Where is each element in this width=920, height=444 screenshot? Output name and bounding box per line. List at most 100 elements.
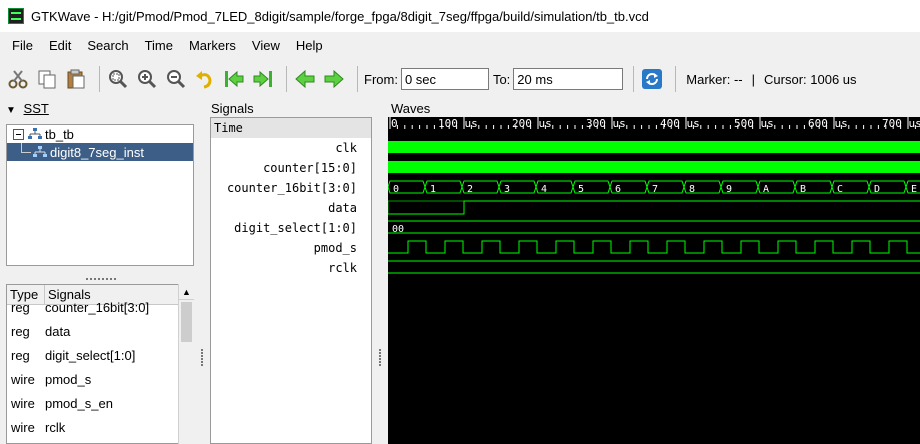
waves-pane[interactable]: 0 100 us 200 us 300 us 400 us 500 us 600 us 700… bbox=[388, 117, 920, 444]
signal-name: pmod_s_en bbox=[45, 395, 113, 411]
status-separator: | bbox=[751, 71, 756, 87]
sst-title: SST bbox=[23, 101, 49, 116]
bus-segment-value: 8 bbox=[689, 184, 695, 195]
signal-row-data[interactable]: data bbox=[211, 198, 371, 218]
signals-list-scrollbar[interactable]: ▲ bbox=[178, 284, 194, 444]
pane-resize-grip[interactable] bbox=[200, 348, 204, 368]
wave-counter bbox=[388, 161, 920, 173]
table-row[interactable]: wire pmod_s bbox=[7, 367, 193, 391]
signal-type: wire bbox=[11, 371, 35, 387]
next-edge-icon[interactable] bbox=[322, 67, 346, 91]
toolbar-separator bbox=[357, 66, 358, 92]
signal-name: rclk bbox=[45, 419, 66, 435]
bus-segment-value: 9 bbox=[726, 184, 732, 195]
sst-tree[interactable]: tb_tb digit8_7seg_inst bbox=[6, 124, 194, 266]
bus-segment-value: 00 bbox=[392, 224, 404, 235]
signal-name: pmod_s bbox=[45, 371, 92, 387]
bus-segment-value: 0 bbox=[393, 184, 399, 195]
cursor-readout: Cursor: 1006 us bbox=[764, 71, 857, 87]
gtkwave-app-icon bbox=[8, 8, 24, 24]
wave-pmod-s bbox=[388, 240, 920, 254]
signal-row-counter-16bit[interactable]: counter_16bit[3:0] bbox=[211, 178, 371, 198]
paste-icon[interactable] bbox=[64, 67, 88, 91]
zoom-fit-icon[interactable] bbox=[106, 67, 130, 91]
toolbar: From: To: Marker: -- | Cursor: 1006 us bbox=[0, 58, 920, 100]
signals-list-table[interactable]: Type Signals reg counter_16bit[3:0] reg da… bbox=[6, 284, 194, 444]
signals-pane[interactable]: Time clk counter[15:0] counter_16bit[3:0… bbox=[210, 117, 372, 444]
tree-collapse-icon[interactable] bbox=[13, 128, 24, 140]
signal-row-digit-select[interactable]: digit_select[1:0] bbox=[211, 218, 371, 238]
zoom-out-icon[interactable] bbox=[164, 67, 188, 91]
wave-rclk bbox=[388, 260, 920, 274]
bus-segment-value: A bbox=[763, 184, 769, 195]
signal-type: wire bbox=[11, 395, 35, 411]
tree-item-tb-tb[interactable]: tb_tb bbox=[7, 125, 193, 143]
pane-resize-grip[interactable] bbox=[378, 348, 382, 368]
signal-name: digit_select[1:0] bbox=[45, 347, 136, 363]
zoom-in-icon[interactable] bbox=[135, 67, 159, 91]
bus-segment-value: B bbox=[800, 184, 806, 195]
sst-header[interactable]: ▼ SST bbox=[6, 101, 49, 116]
menu-edit[interactable]: Edit bbox=[41, 38, 79, 53]
table-row[interactable]: wire pmod_s_en bbox=[7, 391, 193, 415]
window-title: GTKWave - H:/git/Pmod/Pmod_7LED_8digit/s… bbox=[31, 8, 649, 24]
signal-type: reg bbox=[11, 323, 30, 339]
copy-icon[interactable] bbox=[35, 67, 59, 91]
undo-zoom-icon[interactable] bbox=[193, 67, 217, 91]
signal-name: counter_16bit[3:0] bbox=[45, 299, 150, 315]
scroll-up-icon[interactable]: ▲ bbox=[179, 284, 194, 300]
bus-segment-value: D bbox=[874, 184, 880, 195]
bus-segment-value: 5 bbox=[578, 184, 584, 195]
to-time-input[interactable] bbox=[513, 68, 624, 90]
signal-type: reg bbox=[11, 347, 30, 363]
module-hierarchy-icon bbox=[28, 128, 42, 139]
tree-item-digit8-7seg-inst[interactable]: digit8_7seg_inst bbox=[7, 143, 193, 161]
bus-segment-value: C bbox=[837, 184, 843, 195]
signal-row-pmod-s[interactable]: pmod_s bbox=[211, 238, 371, 258]
from-time-input[interactable] bbox=[400, 68, 489, 90]
scrollbar-thumb[interactable] bbox=[181, 302, 192, 342]
bus-segment-value: 6 bbox=[615, 184, 621, 195]
toolbar-separator bbox=[633, 66, 635, 92]
collapse-triangle-icon[interactable]: ▼ bbox=[6, 105, 16, 116]
ruler-tick-label: 700 us bbox=[882, 117, 920, 130]
tree-connector bbox=[7, 143, 33, 161]
bus-segment-value: 7 bbox=[652, 184, 658, 195]
zoom-start-icon[interactable] bbox=[222, 67, 246, 91]
signal-type: reg bbox=[11, 299, 30, 315]
signal-name: data bbox=[45, 323, 71, 339]
prev-edge-icon[interactable] bbox=[293, 67, 317, 91]
signal-row-rclk[interactable]: rclk bbox=[211, 258, 371, 278]
wave-data-box bbox=[388, 200, 465, 215]
to-label: To: bbox=[492, 71, 511, 87]
table-row[interactable]: reg digit_select[1:0] bbox=[7, 343, 193, 367]
toolbar-separator bbox=[675, 66, 677, 92]
wave-clk bbox=[388, 141, 920, 153]
module-hierarchy-icon bbox=[33, 146, 47, 157]
waves-pane-title: Waves bbox=[391, 101, 431, 116]
bus-segment-value: 2 bbox=[467, 184, 473, 195]
signal-type: wire bbox=[11, 419, 35, 435]
cut-icon[interactable] bbox=[6, 67, 30, 91]
menu-file[interactable]: File bbox=[4, 38, 41, 53]
signal-row-clk[interactable]: clk bbox=[211, 138, 371, 158]
menu-search[interactable]: Search bbox=[79, 38, 136, 53]
signal-row-counter[interactable]: counter[15:0] bbox=[211, 158, 371, 178]
waveform-canvas[interactable]: 0 100 us 200 us 300 us 400 us 500 us 600 us 700… bbox=[388, 117, 920, 444]
signals-pane-title: Signals bbox=[211, 101, 254, 116]
wave-digit-select bbox=[388, 220, 920, 234]
menu-view[interactable]: View bbox=[244, 38, 288, 53]
table-row[interactable]: wire rclk bbox=[7, 415, 193, 439]
tree-item-label: digit8_7seg_inst bbox=[50, 144, 144, 160]
pane-resize-grip[interactable] bbox=[84, 270, 120, 280]
toolbar-separator bbox=[99, 66, 100, 92]
table-row[interactable]: reg data bbox=[7, 319, 193, 343]
menu-time[interactable]: Time bbox=[137, 38, 181, 53]
zoom-end-icon[interactable] bbox=[251, 67, 275, 91]
menu-markers[interactable]: Markers bbox=[181, 38, 244, 53]
from-label: From: bbox=[364, 71, 398, 87]
tree-item-label: tb_tb bbox=[45, 126, 74, 142]
reload-icon[interactable] bbox=[640, 67, 664, 91]
menu-help[interactable]: Help bbox=[288, 38, 331, 53]
marker-readout: Marker: -- bbox=[686, 71, 743, 87]
